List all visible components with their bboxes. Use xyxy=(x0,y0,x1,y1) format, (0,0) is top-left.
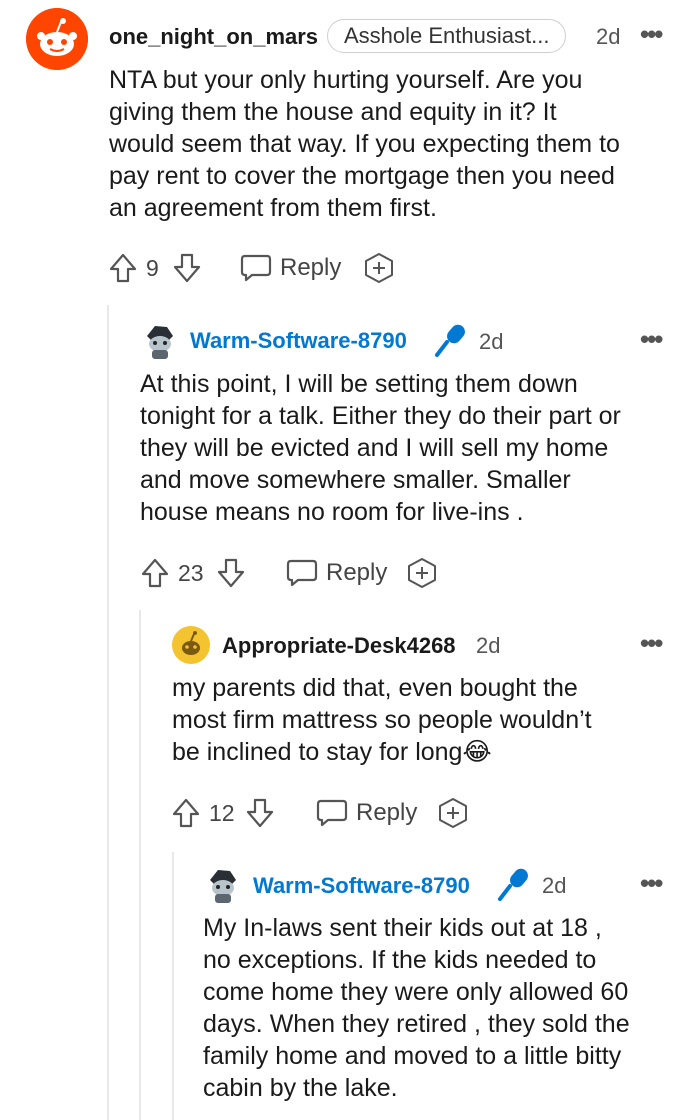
username[interactable]: Warm-Software-8790 xyxy=(190,328,407,354)
reply-bubble-icon xyxy=(240,254,272,282)
comment-body: NTA but your only hurting yourself. Are … xyxy=(109,66,620,222)
reply-button[interactable]: Reply xyxy=(240,250,341,286)
snoo-avatar-icon xyxy=(172,626,210,664)
award-plus-icon xyxy=(439,798,467,828)
upvote-button[interactable] xyxy=(108,250,138,286)
microphone-icon xyxy=(498,868,528,901)
thread-line-level-2[interactable] xyxy=(139,610,141,1120)
downvote-arrow-icon xyxy=(246,798,274,828)
award-button[interactable] xyxy=(405,555,439,591)
timestamp: 2d xyxy=(476,633,501,658)
reply-bubble-icon xyxy=(286,559,318,587)
comment-actions: 12 Reply xyxy=(171,795,481,831)
user-avatar[interactable] xyxy=(204,866,242,904)
upvote-arrow-icon xyxy=(109,253,137,283)
more-options-button[interactable]: ••• xyxy=(640,326,663,352)
reply-label: Reply xyxy=(356,799,418,826)
comment-body: My In-laws sent their kids out at 18 , n… xyxy=(203,914,630,1102)
downvote-arrow-icon xyxy=(217,558,245,588)
downvote-button[interactable] xyxy=(172,250,202,286)
user-flair: Asshole Enthusiast... xyxy=(327,19,567,53)
upvote-arrow-icon xyxy=(172,798,200,828)
timestamp: 2d xyxy=(596,24,621,49)
username[interactable]: one_night_on_mars xyxy=(109,24,318,50)
timestamp: 2d xyxy=(542,873,567,898)
thread-line-level-3[interactable] xyxy=(172,852,174,1120)
username[interactable]: Warm-Software-8790 xyxy=(253,873,470,899)
comment-actions: 9 Reply xyxy=(108,250,408,286)
comment-actions: 23 Reply xyxy=(140,555,450,591)
username[interactable]: Appropriate-Desk4268 xyxy=(222,633,456,659)
microphone-icon xyxy=(435,324,465,357)
snoo-avatar-icon xyxy=(26,8,88,70)
more-options-button[interactable]: ••• xyxy=(640,630,663,656)
user-avatar[interactable] xyxy=(172,626,210,664)
snoo-avatar-icon xyxy=(210,870,236,903)
reply-bubble-icon xyxy=(316,799,348,827)
snoo-avatar-icon xyxy=(147,326,173,359)
comment-body: At this point, I will be setting them do… xyxy=(140,370,621,526)
vote-count: 12 xyxy=(209,799,235,826)
reply-button[interactable]: Reply xyxy=(286,555,387,591)
reply-label: Reply xyxy=(326,559,388,586)
downvote-arrow-icon xyxy=(173,253,201,283)
vote-count: 9 xyxy=(146,254,159,281)
more-options-button[interactable]: ••• xyxy=(640,870,663,896)
upvote-button[interactable] xyxy=(140,555,170,591)
user-avatar[interactable] xyxy=(141,322,179,360)
upvote-button[interactable] xyxy=(171,795,201,831)
downvote-button[interactable] xyxy=(216,555,246,591)
thread-line-level-1[interactable] xyxy=(107,305,109,1120)
reply-label: Reply xyxy=(280,254,342,281)
reply-button[interactable]: Reply xyxy=(316,795,417,831)
timestamp: 2d xyxy=(479,329,504,354)
award-button[interactable] xyxy=(362,250,396,286)
vote-count: 23 xyxy=(178,559,204,586)
user-avatar[interactable] xyxy=(26,8,88,70)
award-plus-icon xyxy=(365,253,393,283)
downvote-button[interactable] xyxy=(245,795,275,831)
award-plus-icon xyxy=(408,558,436,588)
award-button[interactable] xyxy=(436,795,470,831)
more-options-button[interactable]: ••• xyxy=(640,21,663,47)
upvote-arrow-icon xyxy=(141,558,169,588)
comment-body: my parents did that, even bought the mos… xyxy=(172,674,592,766)
